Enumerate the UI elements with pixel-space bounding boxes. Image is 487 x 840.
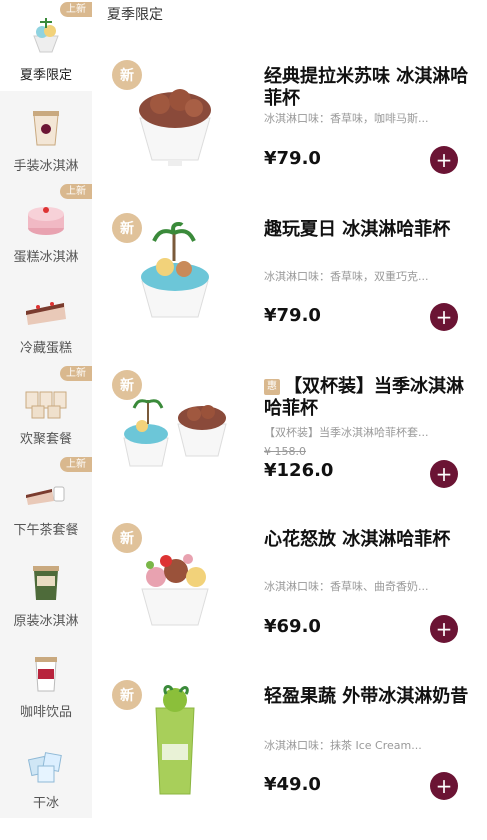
sidebar-item-label: 冷藏蛋糕 <box>19 341 72 356</box>
sidebar-item-party-set[interactable]: 上新 欢聚套餐 <box>0 364 92 455</box>
product-description: 冰淇淋口味：抹茶 Ice Cream... <box>264 739 422 752</box>
sidebar-item-label: 咖啡饮品 <box>19 705 72 720</box>
new-badge: 新 <box>112 523 142 553</box>
new-tag: 上新 <box>60 2 92 17</box>
product-name: 轻盈果蔬 外带冰淇淋奶昔 <box>264 686 469 707</box>
ice-cream-tub-icon <box>33 111 59 146</box>
sidebar-item-label: 夏季限定 <box>19 68 72 83</box>
product-name: 心花怒放 冰淇淋哈菲杯 <box>264 529 451 550</box>
category-sidebar: 上新 夏季限定 手装冰淇淋 上新 蛋糕冰淇淋 冷藏蛋糕 上新 欢聚套餐 上新 下… <box>0 0 92 818</box>
add-to-cart-button[interactable]: + <box>430 772 458 800</box>
new-tag: 上新 <box>60 366 92 381</box>
new-tag: 上新 <box>60 457 92 472</box>
chilled-cake-icon <box>26 302 66 325</box>
product-price: ¥69.0 <box>264 616 321 637</box>
party-set-icon <box>25 391 67 419</box>
sidebar-item-label: 蛋糕冰淇淋 <box>13 250 79 265</box>
product-card[interactable]: 新 惠【双杯装】当季冰淇淋哈菲杯 【双杯装】当季冰淇淋哈菲杯套... ¥ 158… <box>92 370 487 530</box>
sidebar-item-hand-packed[interactable]: 手装冰淇淋 <box>0 91 92 182</box>
add-to-cart-button[interactable]: + <box>430 615 458 643</box>
new-badge: 新 <box>112 680 142 710</box>
sidebar-item-label: 欢聚套餐 <box>19 432 72 447</box>
product-price: ¥79.0 <box>264 148 321 169</box>
product-description: 【双杯装】当季冰淇淋哈菲杯套... <box>264 426 429 439</box>
new-badge: 新 <box>112 213 142 243</box>
pint-icon <box>33 566 59 600</box>
new-tag: 上新 <box>60 184 92 199</box>
product-description: 冰淇淋口味：香草味，双重巧克... <box>264 270 429 283</box>
sidebar-item-cake-ice-cream[interactable]: 上新 蛋糕冰淇淋 <box>0 182 92 273</box>
sidebar-item-afternoon-tea-set[interactable]: 上新 下午茶套餐 <box>0 455 92 546</box>
product-name: 经典提拉米苏味 冰淇淋哈菲杯 <box>264 66 469 109</box>
product-card[interactable]: 新 趣玩夏日 冰淇淋哈菲杯 冰淇淋口味：香草味，双重巧克... ¥79.0 + <box>92 213 487 373</box>
product-description: 冰淇淋口味：香草味，咖啡马斯... <box>264 112 429 125</box>
add-to-cart-button[interactable]: + <box>430 460 458 488</box>
add-to-cart-button[interactable]: + <box>430 303 458 331</box>
sidebar-item-label: 手装冰淇淋 <box>13 159 79 174</box>
ice-cubes-icon <box>27 752 62 783</box>
sidebar-item-original-pack[interactable]: 原装冰淇淋 <box>0 546 92 637</box>
product-name: 趣玩夏日 冰淇淋哈菲杯 <box>264 219 451 240</box>
afternoon-tea-icon <box>26 486 65 505</box>
product-price: ¥79.0 <box>264 305 321 326</box>
cake-icon <box>28 207 64 235</box>
sidebar-item-label: 干冰 <box>32 796 59 811</box>
product-card[interactable]: 新 心花怒放 冰淇淋哈菲杯 冰淇淋口味：香草味、曲奇香奶... ¥69.0 + <box>92 523 487 683</box>
sidebar-item-coffee-drinks[interactable]: 咖啡饮品 <box>0 637 92 728</box>
new-badge: 新 <box>112 60 142 90</box>
original-price: ¥ 158.0 <box>264 445 306 458</box>
sidebar-item-dry-ice[interactable]: 干冰 <box>0 728 92 819</box>
new-badge: 新 <box>112 370 142 400</box>
coffee-cup-icon <box>35 657 57 692</box>
summer-sundae-icon <box>33 18 59 53</box>
sidebar-item-label: 下午茶套餐 <box>13 523 79 538</box>
product-name-text: 【双杯装】当季冰淇淋哈菲杯 <box>264 376 464 419</box>
sidebar-item-summer-limited[interactable]: 上新 夏季限定 <box>0 0 92 91</box>
sidebar-item-chilled-cake[interactable]: 冷藏蛋糕 <box>0 273 92 364</box>
product-price: ¥49.0 <box>264 774 321 795</box>
product-price: ¥126.0 <box>264 460 334 481</box>
discount-tag: 惠 <box>264 379 280 395</box>
product-name: 惠【双杯装】当季冰淇淋哈菲杯 <box>264 376 474 420</box>
section-title: 夏季限定 <box>107 7 163 23</box>
product-description: 冰淇淋口味：香草味、曲奇香奶... <box>264 580 429 593</box>
add-to-cart-button[interactable]: + <box>430 146 458 174</box>
product-card[interactable]: 新 经典提拉米苏味 冰淇淋哈菲杯 冰淇淋口味：香草味，咖啡马斯... ¥79.0… <box>92 60 487 220</box>
product-card[interactable]: 新 轻盈果蔬 外带冰淇淋奶昔 冰淇淋口味：抹茶 Ice Cream... ¥49… <box>92 680 487 840</box>
sidebar-item-label: 原装冰淇淋 <box>13 614 79 629</box>
